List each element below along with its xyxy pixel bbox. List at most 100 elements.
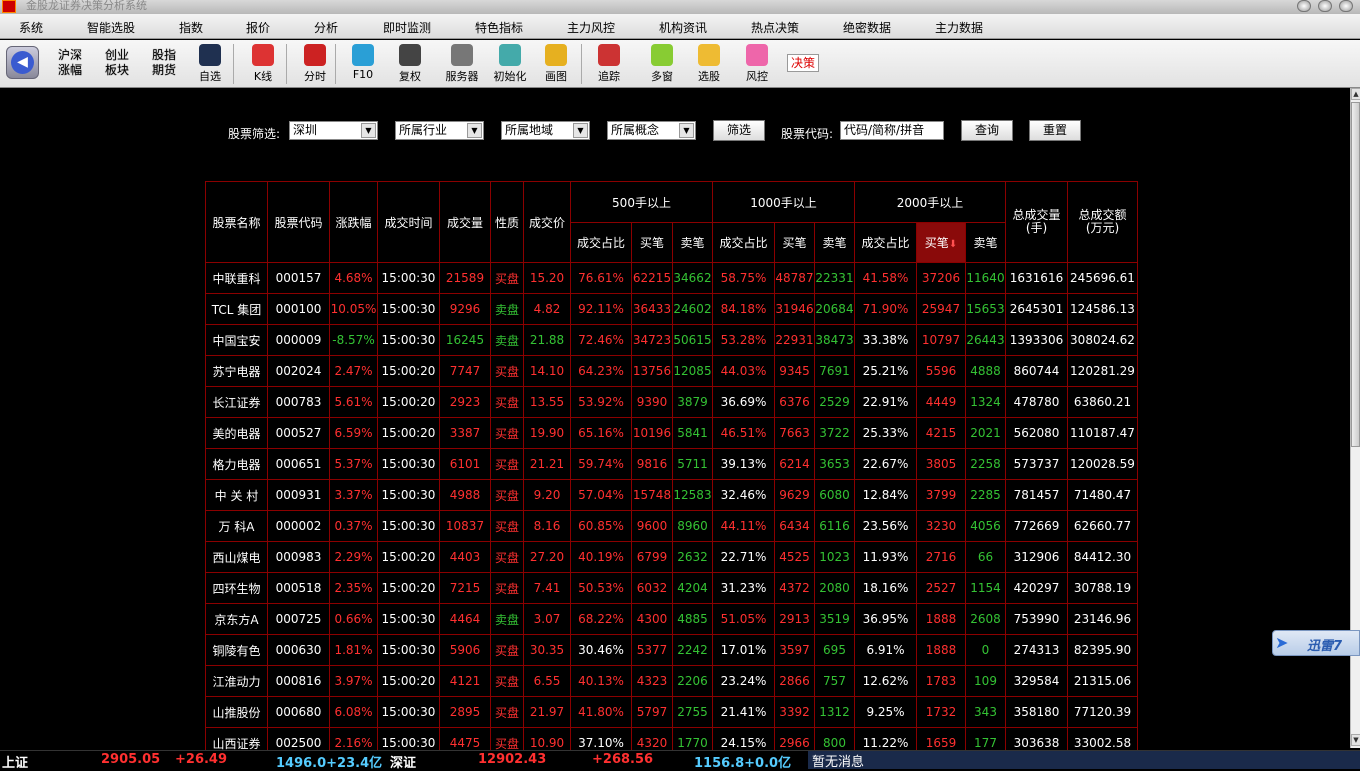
col-2000-ratio-header[interactable]: 成交占比 <box>854 222 917 263</box>
code-label: 股票代码: <box>781 127 834 141</box>
toolbar-button[interactable]: 多窗 <box>640 42 684 86</box>
col-2000-buy-header[interactable]: 买笔⬇ <box>916 222 966 263</box>
col-500-sell-header[interactable]: 卖笔 <box>672 222 713 263</box>
chevron-down-icon[interactable]: ▼ <box>573 123 588 138</box>
chevron-down-icon[interactable]: ▼ <box>467 123 482 138</box>
menu-item[interactable]: 系统 <box>19 19 43 36</box>
filter-button[interactable]: 筛选 <box>713 120 765 141</box>
table-row[interactable]: 万 科A 000002 0.37% 15:00:30 10837 买盘 8.16 60.85%… <box>205 510 1138 542</box>
code-search-input[interactable]: 代码/简称/拼音 <box>840 121 944 140</box>
table-row[interactable]: 格力电器 000651 5.37% 15:00:30 6101 买盘 21.21 59.74%… <box>205 448 1138 480</box>
menu-item[interactable]: 分析 <box>314 19 338 36</box>
menu-item[interactable]: 主力数据 <box>935 19 983 36</box>
toolbar-button[interactable]: 画图 <box>534 42 578 86</box>
toolbar-button[interactable]: 选股 <box>687 42 731 86</box>
toolbar-button[interactable]: 风控 <box>735 42 779 86</box>
query-button[interactable]: 查询 <box>961 120 1013 141</box>
menu-item[interactable]: 智能选股 <box>87 19 135 36</box>
table-row[interactable]: 中联重科 000157 4.68% 15:00:30 21589 买盘 15.20 76.61… <box>205 262 1138 294</box>
cell-nature: 买盘 <box>490 510 524 542</box>
group-2000-header: 2000手以上 <box>854 181 1006 223</box>
table-row[interactable]: 苏宁电器 002024 2.47% 15:00:20 7747 买盘 14.10 64.23%… <box>205 355 1138 387</box>
table-row[interactable]: 山推股份 000680 6.08% 15:00:30 2895 买盘 21.97 41.80%… <box>205 696 1138 728</box>
toolbar-button[interactable]: 服务器 <box>440 42 484 86</box>
chevron-down-icon[interactable]: ▼ <box>679 123 694 138</box>
scroll-thumb[interactable] <box>1351 102 1360 447</box>
industry-select[interactable]: 所属行业 ▼ <box>395 121 484 140</box>
col-total-amount-header[interactable]: 总成交额 (万元) <box>1067 181 1138 263</box>
table-row[interactable]: 京东方A 000725 0.66% 15:00:30 4464 卖盘 3.07 68.22% 4… <box>205 603 1138 635</box>
toolbar-button[interactable]: 自选 <box>188 42 232 86</box>
col-code-header[interactable]: 股票代码 <box>267 181 330 263</box>
toolbar-button[interactable]: 追踪 <box>587 42 631 86</box>
cell-trade-time: 15:00:20 <box>377 541 440 573</box>
toolbar-button[interactable]: 初始化 <box>488 42 532 86</box>
menu-item[interactable]: 即时监测 <box>383 19 431 36</box>
quick-tab-button[interactable]: 创业 板块 <box>95 42 139 86</box>
cell-r1000-ratio: 46.51% <box>712 417 775 449</box>
quick-tab-button[interactable]: 沪深 涨幅 <box>48 42 92 86</box>
toolbar-button[interactable]: F10 <box>341 42 385 86</box>
cell-r500-buy: 5797 <box>631 696 673 728</box>
table-row[interactable]: 中国宝安 000009 -8.57% 15:00:30 16245 卖盘 21.88 72.4… <box>205 324 1138 356</box>
col-1000-sell-header[interactable]: 卖笔 <box>814 222 855 263</box>
col-total-volume-header[interactable]: 总成交量 (手) <box>1005 181 1068 263</box>
table-row[interactable]: 四环生物 000518 2.35% 15:00:20 7215 买盘 7.41 50.53% 6… <box>205 572 1138 604</box>
table-row[interactable]: 长江证券 000783 5.61% 15:00:20 2923 买盘 13.55 53.92%… <box>205 386 1138 418</box>
menu-item[interactable]: 热点决策 <box>751 19 799 36</box>
market-select[interactable]: 深圳 ▼ <box>289 121 378 140</box>
scroll-down-icon[interactable]: ▼ <box>1351 734 1360 746</box>
cell-stock-code: 000518 <box>267 572 330 604</box>
region-select[interactable]: 所属地域 ▼ <box>501 121 590 140</box>
decision-button[interactable]: 决策 <box>787 54 819 72</box>
scroll-up-icon[interactable]: ▲ <box>1351 88 1360 100</box>
thunder-float-widget[interactable]: ➤ 迅雷7 <box>1272 630 1360 656</box>
close-button[interactable] <box>1339 0 1353 12</box>
table-row[interactable]: 西山煤电 000983 2.29% 15:00:20 4403 买盘 27.20 40.19%… <box>205 541 1138 573</box>
col-volume-header[interactable]: 成交量 <box>439 181 491 263</box>
col-time-header[interactable]: 成交时间 <box>377 181 440 263</box>
menu-item[interactable]: 指数 <box>179 19 203 36</box>
toolbar-button[interactable]: 分时 <box>293 42 337 86</box>
col-1000-buy-header[interactable]: 买笔 <box>774 222 815 263</box>
cell-change-pct: -8.57% <box>329 324 378 356</box>
maximize-button[interactable] <box>1318 0 1332 12</box>
chevron-down-icon[interactable]: ▼ <box>361 123 376 138</box>
table-row[interactable]: 铜陵有色 000630 1.81% 15:00:30 5906 买盘 30.35 30.46%… <box>205 634 1138 666</box>
menu-item[interactable]: 主力风控 <box>567 19 615 36</box>
reset-button[interactable]: 重置 <box>1029 120 1081 141</box>
col-2000-sell-header[interactable]: 卖笔 <box>965 222 1006 263</box>
table-row[interactable]: TCL 集团 000100 10.05% 15:00:30 9296 卖盘 4.82 92.1… <box>205 293 1138 325</box>
table-row[interactable]: 江淮动力 000816 3.97% 15:00:20 4121 买盘 6.55 40.13% 4… <box>205 665 1138 697</box>
col-change-header[interactable]: 涨跌幅 <box>329 181 378 263</box>
col-500-ratio-header[interactable]: 成交占比 <box>570 222 632 263</box>
cell-price: 21.21 <box>523 448 571 480</box>
menu-item[interactable]: 特色指标 <box>475 19 523 36</box>
toolbar-button[interactable]: K线 <box>241 42 285 86</box>
cell-total-amount: 71480.47 <box>1067 479 1138 511</box>
cell-stock-name: 中 关 村 <box>205 479 268 511</box>
cell-trade-time: 15:00:30 <box>377 324 440 356</box>
concept-select[interactable]: 所属概念 ▼ <box>607 121 696 140</box>
minimize-button[interactable] <box>1297 0 1311 12</box>
table-row[interactable]: 中 关 村 000931 3.37% 15:00:30 4988 买盘 9.20 57.04%… <box>205 479 1138 511</box>
menu-item[interactable]: 机构资讯 <box>659 19 707 36</box>
cell-volume: 2923 <box>439 386 491 418</box>
table-row[interactable]: 美的电器 000527 6.59% 15:00:20 3387 买盘 19.90 65.16%… <box>205 417 1138 449</box>
filter-bar: 股票筛选: 深圳 ▼ 所属行业 ▼ 所属地域 ▼ 所属概念 ▼ 筛选 股票代码: 代码/… <box>0 118 1350 144</box>
cell-r1000-sell: 6080 <box>814 479 855 511</box>
col-1000-ratio-header[interactable]: 成交占比 <box>712 222 775 263</box>
quick-tab-button[interactable]: 股指 期货 <box>142 42 186 86</box>
back-button[interactable]: ◀ <box>6 46 39 79</box>
col-nature-header[interactable]: 性质 <box>490 181 524 263</box>
col-500-buy-header[interactable]: 买笔 <box>631 222 673 263</box>
cell-volume: 7747 <box>439 355 491 387</box>
col-name-header[interactable]: 股票名称 <box>205 181 268 263</box>
menu-item[interactable]: 报价 <box>246 19 270 36</box>
stock-table-body: 中联重科 000157 4.68% 15:00:30 21589 买盘 15.20 76.61… <box>205 262 1138 759</box>
cell-change-pct: 10.05% <box>329 293 378 325</box>
cell-stock-code: 000002 <box>267 510 330 542</box>
col-price-header[interactable]: 成交价 <box>523 181 571 263</box>
menu-item[interactable]: 绝密数据 <box>843 19 891 36</box>
toolbar-button[interactable]: 复权 <box>388 42 432 86</box>
